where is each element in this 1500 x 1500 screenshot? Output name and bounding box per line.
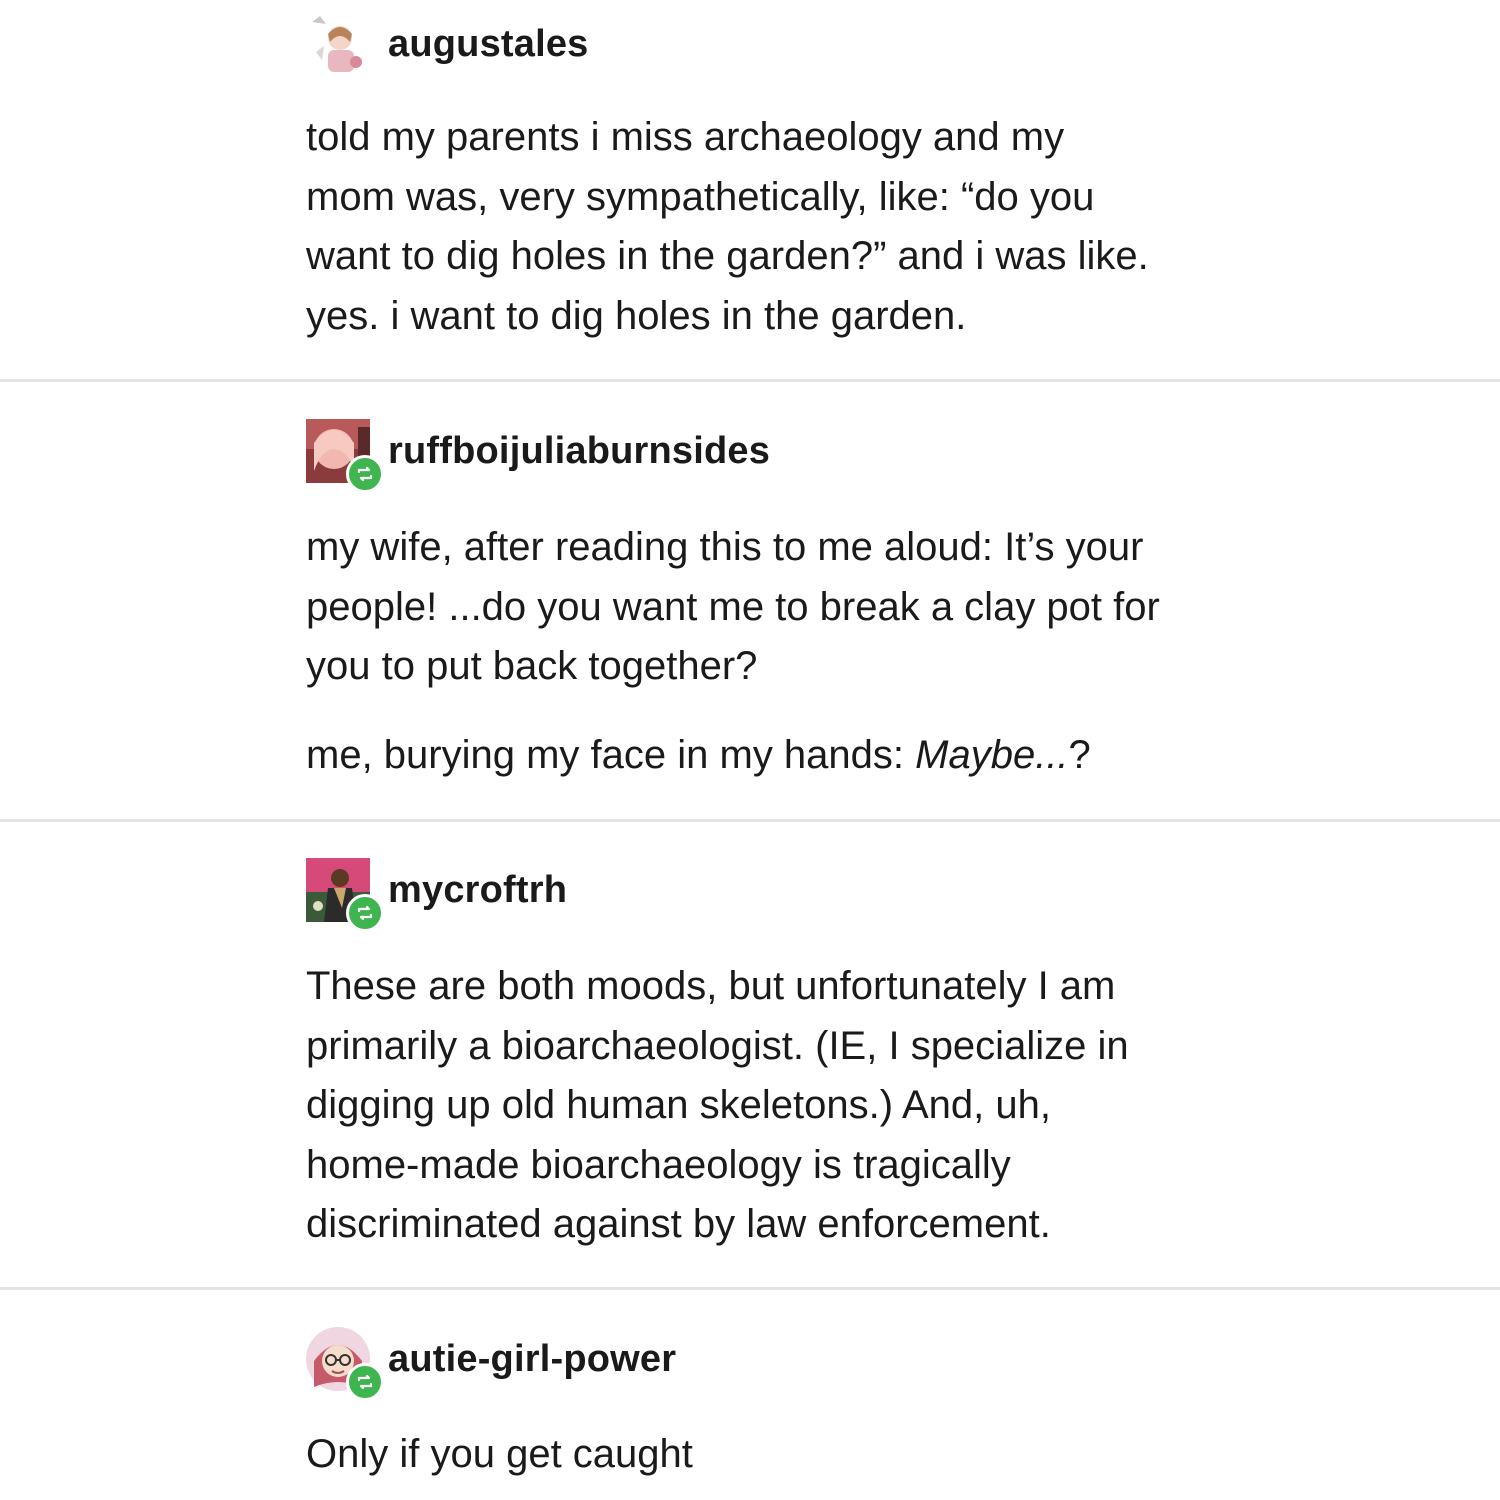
text-line: home-made bioarchaeology is tragically [306, 1142, 1011, 1187]
text-line: discriminated against by law enforcement… [306, 1202, 1051, 1246]
reblog-thread: augustales told my parents i miss archae… [0, 0, 1500, 1500]
dark-figure-avatar-icon[interactable] [306, 858, 384, 932]
post-divider [0, 1287, 1500, 1290]
text-span: me, burying my face in my hands: [306, 732, 916, 777]
text-line: my wife, after reading this to me aloud:… [306, 525, 1144, 569]
text-line: yes. i want to dig holes in the garden. [306, 293, 967, 338]
post-header: augustales [306, 12, 589, 76]
username[interactable]: augustales [388, 23, 589, 66]
text-line: mom was, very sympathetically, like: “do… [306, 174, 1095, 219]
text-line: primarily a bioarchaeologist. (IE, I spe… [306, 1023, 1129, 1068]
text-line: told my parents i miss archaeology and m… [306, 115, 1065, 159]
post-header: mycroftrh [306, 858, 567, 932]
post-paragraph: me, burying my face in my hands: Maybe..… [306, 726, 1456, 786]
reblog-icon [346, 894, 384, 932]
post-body: my wife, after reading this to me aloud:… [306, 518, 1456, 785]
text-line: Only if you get caught [306, 1432, 693, 1476]
post-body: These are both moods, but unfortunately … [306, 957, 1456, 1255]
text-line: digging up old human skeletons.) And, uh… [306, 1083, 1051, 1127]
post-paragraph: told my parents i miss archaeology and m… [306, 108, 1456, 346]
text-span: ? [1068, 732, 1091, 777]
post-paragraph: my wife, after reading this to me aloud:… [306, 518, 1456, 697]
emphasized-text: Maybe... [915, 732, 1069, 777]
illustrated-figure-avatar-icon[interactable] [306, 12, 370, 76]
username[interactable]: mycroftrh [388, 869, 567, 912]
post-body: told my parents i miss archaeology and m… [306, 108, 1456, 346]
reblog-icon [346, 455, 384, 493]
post-header: autie-girl-power [306, 1327, 676, 1401]
post-divider [0, 819, 1500, 822]
post-paragraph: These are both moods, but unfortunately … [306, 957, 1456, 1255]
username[interactable]: autie-girl-power [388, 1338, 676, 1381]
pink-hair-avatar-icon[interactable] [306, 419, 384, 493]
text-line: me, burying my face in my hands: Maybe..… [306, 726, 1456, 786]
post-divider [0, 379, 1500, 382]
text-line: people! ...do you want me to break a cla… [306, 584, 1160, 629]
post-body: Only if you get caught [306, 1425, 1456, 1485]
glasses-girl-avatar-icon[interactable] [306, 1327, 384, 1401]
text-line: you to put back together? [306, 644, 758, 688]
text-line: want to dig holes in the garden?” and i … [306, 234, 1149, 278]
post-header: ruffboijuliaburnsides [306, 419, 770, 493]
text-line: These are both moods, but unfortunately … [306, 964, 1116, 1008]
reblog-icon [346, 1363, 384, 1401]
post-paragraph: Only if you get caught [306, 1425, 1456, 1485]
username[interactable]: ruffboijuliaburnsides [388, 430, 770, 473]
